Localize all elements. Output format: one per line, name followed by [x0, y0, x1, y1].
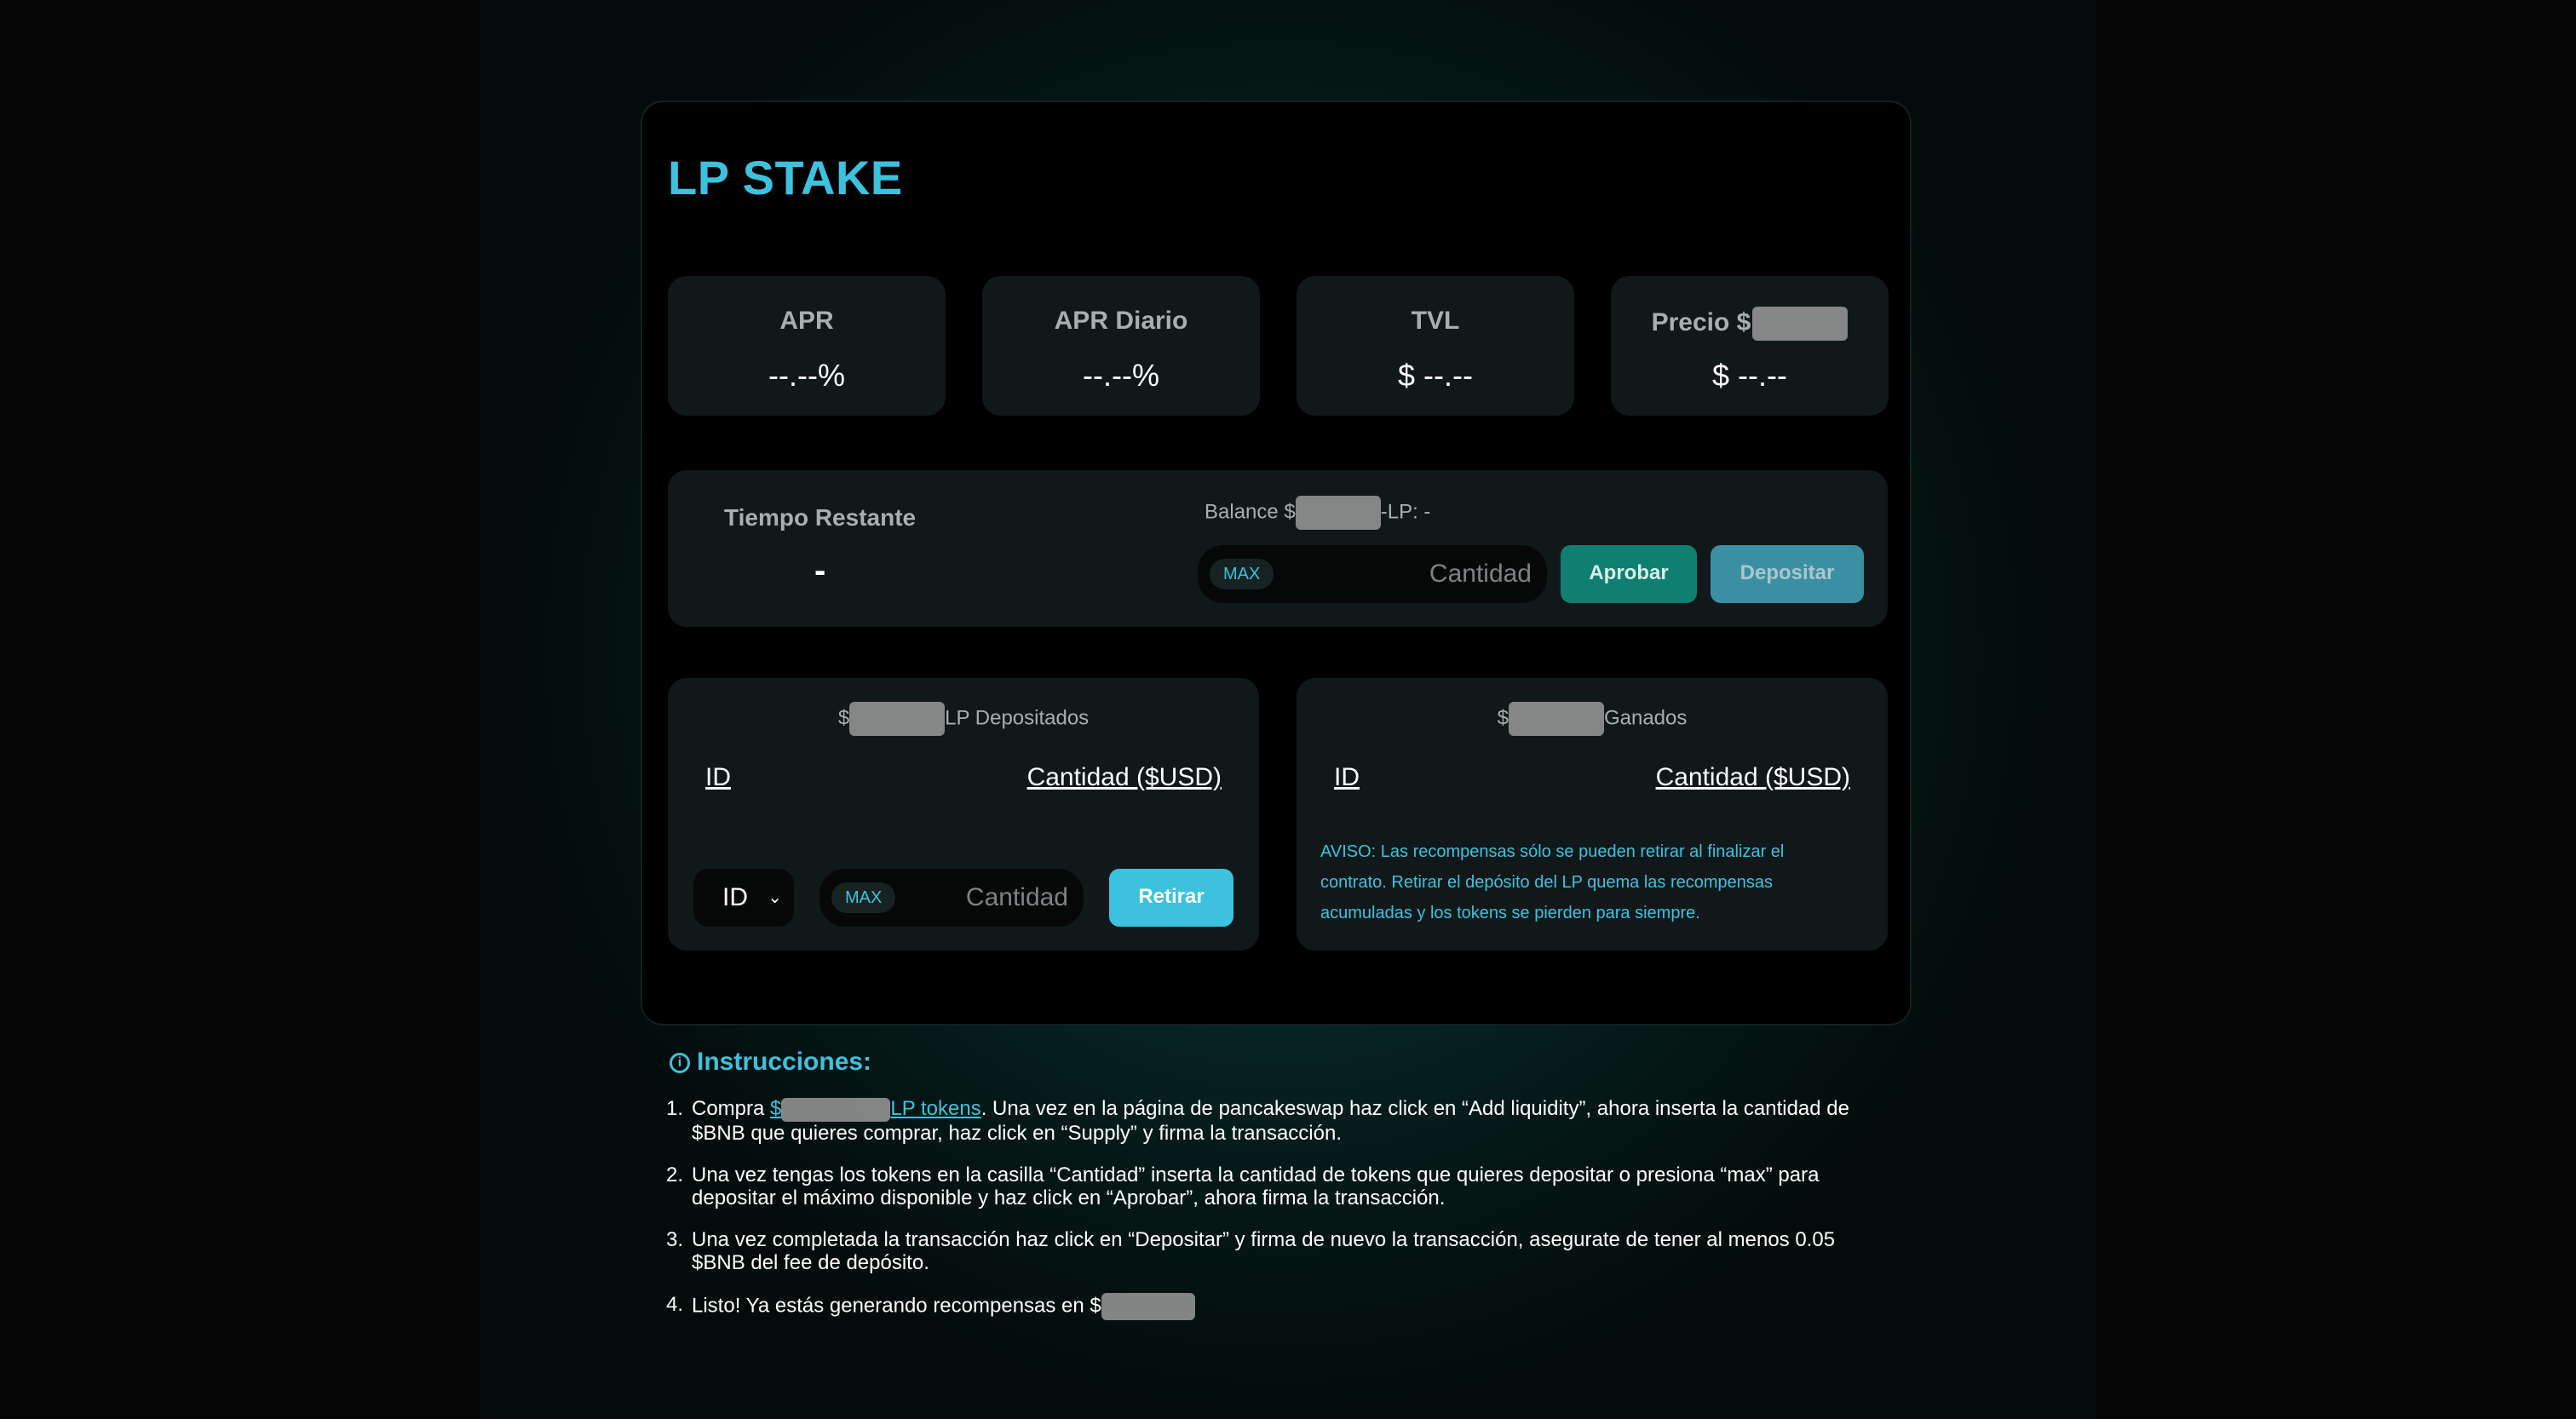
- stake-card: LP STAKE APR --.--% APR Diario --.--% TV…: [641, 101, 1912, 1025]
- buy-lp-tokens-link[interactable]: $ LP tokens: [770, 1097, 981, 1122]
- select-value: ID: [722, 883, 748, 911]
- stat-label: Precio $: [1611, 307, 1889, 341]
- redacted-token-name: [781, 1097, 891, 1122]
- amount-placeholder: Cantidad: [965, 883, 1068, 911]
- instructions-title: Instrucciones:: [697, 1048, 872, 1076]
- stat-tvl: TVL $ --.--: [1297, 276, 1574, 416]
- withdraw-amount-input[interactable]: MAX Cantidad: [819, 869, 1084, 927]
- page-title: LP STAKE: [668, 151, 903, 204]
- max-button[interactable]: MAX: [1210, 559, 1274, 589]
- instructions-list: 1. Compra $ LP tokens. Una vez en la pági…: [666, 1097, 1893, 1339]
- title-suffix: Ganados: [1603, 706, 1688, 730]
- stat-apr: APR --.--%: [668, 276, 946, 416]
- withdraw-button[interactable]: Retirar: [1109, 869, 1233, 927]
- instruction-step: 1. Compra $ LP tokens. Una vez en la pági…: [666, 1097, 1893, 1145]
- redacted-token-name: [1508, 702, 1604, 736]
- stake-amount-input[interactable]: MAX Cantidad: [1198, 545, 1547, 603]
- balance-label: Balance $ -LP: -: [1205, 496, 1430, 530]
- deposit-button[interactable]: Depositar: [1711, 545, 1864, 603]
- chevron-down-icon: ⌄: [768, 888, 782, 907]
- redacted-token-name: [1752, 307, 1849, 341]
- rewards-notice: AVISO: Las recompensas sólo se pueden re…: [1320, 842, 1785, 922]
- column-header-amount: Cantidad ($USD): [1026, 763, 1222, 791]
- stat-label: TVL: [1411, 307, 1460, 335]
- earned-title: $ Ganados: [1297, 702, 1888, 736]
- stat-value: --.--%: [1083, 358, 1159, 393]
- step-number: 1.: [666, 1097, 684, 1120]
- approve-button[interactable]: Aprobar: [1561, 545, 1697, 603]
- step-text: Listo! Ya estás generando recompensas en…: [692, 1294, 1101, 1317]
- column-header-id: ID: [705, 763, 731, 791]
- instruction-step: 3. Una vez completada la transacción haz…: [666, 1228, 1893, 1274]
- title-prefix: $: [837, 706, 850, 730]
- stat-label: APR: [779, 307, 834, 335]
- stake-panel: Tiempo Restante - Balance $ -LP: - MAX Ca…: [668, 470, 1888, 627]
- step-number: 4.: [666, 1292, 684, 1316]
- link-suffix: LP tokens: [890, 1097, 981, 1120]
- stat-apr-daily: APR Diario --.--%: [982, 276, 1260, 416]
- column-header-amount: Cantidad ($USD): [1655, 763, 1850, 791]
- time-remaining-label: Tiempo Restante: [724, 504, 917, 531]
- step-number: 2.: [666, 1163, 684, 1186]
- title-prefix: $: [1497, 706, 1509, 730]
- step-text: Una vez completada la transacción haz cl…: [692, 1227, 1836, 1274]
- title-suffix: LP Depositados: [945, 706, 1090, 730]
- balance-prefix: Balance $: [1205, 500, 1296, 524]
- link-prefix: $: [770, 1097, 782, 1120]
- stat-price: Precio $ $ --.--: [1611, 276, 1889, 416]
- info-icon: i: [670, 1053, 690, 1074]
- instruction-step: 2. Una vez tengas los tokens en la casil…: [666, 1163, 1893, 1209]
- earned-panel: $ Ganados ID Cantidad ($USD) AVISO: Las r…: [1297, 678, 1888, 951]
- step-number: 3.: [666, 1227, 684, 1251]
- stat-value: $ --.--: [1398, 358, 1473, 393]
- amount-placeholder: Cantidad: [1429, 560, 1532, 588]
- deposit-id-select[interactable]: ID ⌄: [693, 869, 794, 927]
- stat-value: $ --.--: [1712, 358, 1787, 393]
- redacted-token-name: [1101, 1292, 1195, 1320]
- stat-label: APR Diario: [1054, 307, 1188, 335]
- instructions-heading: i Instrucciones:: [670, 1048, 871, 1077]
- balance-suffix: -LP: -: [1380, 500, 1431, 524]
- stat-value: --.--%: [768, 358, 845, 393]
- redacted-token-name: [1295, 496, 1381, 530]
- instruction-step: 4. Listo! Ya estás generando recompensas…: [666, 1292, 1893, 1320]
- step-text: Una vez tengas los tokens en la casilla …: [692, 1163, 1820, 1209]
- stat-price-label: Precio $: [1651, 307, 1751, 336]
- max-button[interactable]: MAX: [831, 882, 896, 913]
- step-text: Compra: [692, 1097, 771, 1120]
- redacted-token-name: [849, 702, 946, 736]
- column-header-id: ID: [1334, 763, 1360, 791]
- time-remaining-value: -: [814, 552, 826, 589]
- deposited-title: $ LP Depositados: [668, 702, 1259, 736]
- deposited-panel: $ LP Depositados ID Cantidad ($USD) ID ⌄ …: [668, 678, 1259, 951]
